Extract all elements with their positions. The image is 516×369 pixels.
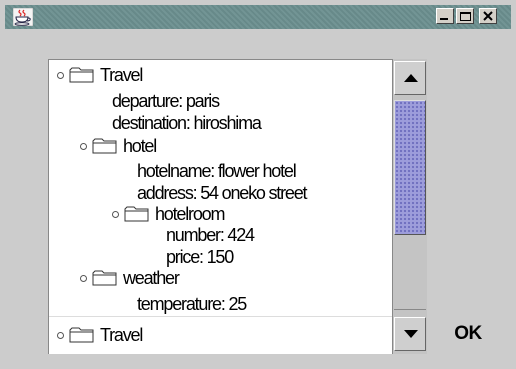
tree-view[interactable]: Travel departure: paris destination: hir… [48, 59, 392, 354]
arrow-down-icon [404, 330, 418, 338]
folder-icon [124, 206, 149, 222]
tree-node-hotelroom[interactable]: hotelroom [112, 204, 225, 224]
folder-icon [69, 67, 94, 83]
tree-node-hotel[interactable]: hotel [80, 136, 157, 156]
arrow-up-icon [404, 74, 418, 82]
tree-node-travel-second[interactable]: Travel [57, 325, 143, 345]
folder-icon [92, 138, 117, 154]
folder-icon [69, 327, 94, 343]
ok-button[interactable]: OK [443, 316, 493, 352]
tree-leaf[interactable]: temperature: 25 [137, 294, 247, 314]
scrollbar-track-line [394, 309, 426, 310]
tree-node-travel[interactable]: Travel [57, 65, 143, 85]
tree-divider [49, 316, 392, 317]
tree-leaf[interactable]: number: 424 [166, 225, 255, 245]
maximize-icon [460, 12, 471, 21]
expand-handle-icon[interactable] [80, 142, 87, 150]
tree-node-label: Travel [100, 65, 143, 85]
scrollbar-thumb[interactable] [394, 100, 426, 235]
minimize-button[interactable] [436, 8, 454, 24]
title-bar[interactable] [5, 5, 511, 29]
expand-handle-icon[interactable] [112, 210, 119, 218]
tree-leaf[interactable]: departure: paris [112, 91, 220, 111]
scroll-down-button[interactable] [394, 317, 426, 351]
tree-node-weather[interactable]: weather [80, 268, 180, 288]
tree-node-label: weather [123, 268, 180, 288]
folder-icon [92, 270, 117, 286]
java-cup-icon [13, 8, 33, 26]
expand-handle-icon[interactable] [57, 331, 64, 339]
tree-node-label: Travel [100, 325, 143, 345]
vertical-scrollbar[interactable] [392, 59, 427, 354]
expand-handle-icon[interactable] [57, 71, 64, 79]
minimize-icon [440, 18, 448, 20]
close-icon [483, 11, 493, 21]
tree-node-label: hotel [123, 136, 157, 156]
application-window: Travel departure: paris destination: hir… [0, 0, 516, 369]
tree-leaf[interactable]: price: 150 [166, 247, 234, 267]
maximize-button[interactable] [456, 8, 474, 24]
tree-leaf[interactable]: hotelname: flower hotel [137, 161, 297, 181]
close-button[interactable] [479, 8, 497, 24]
tree-leaf[interactable]: address: 54 oneko street [137, 183, 308, 203]
scroll-up-button[interactable] [394, 61, 426, 95]
expand-handle-icon[interactable] [80, 274, 87, 282]
tree-node-label: hotelroom [155, 204, 225, 224]
tree-leaf[interactable]: destination: hiroshima [112, 113, 262, 133]
